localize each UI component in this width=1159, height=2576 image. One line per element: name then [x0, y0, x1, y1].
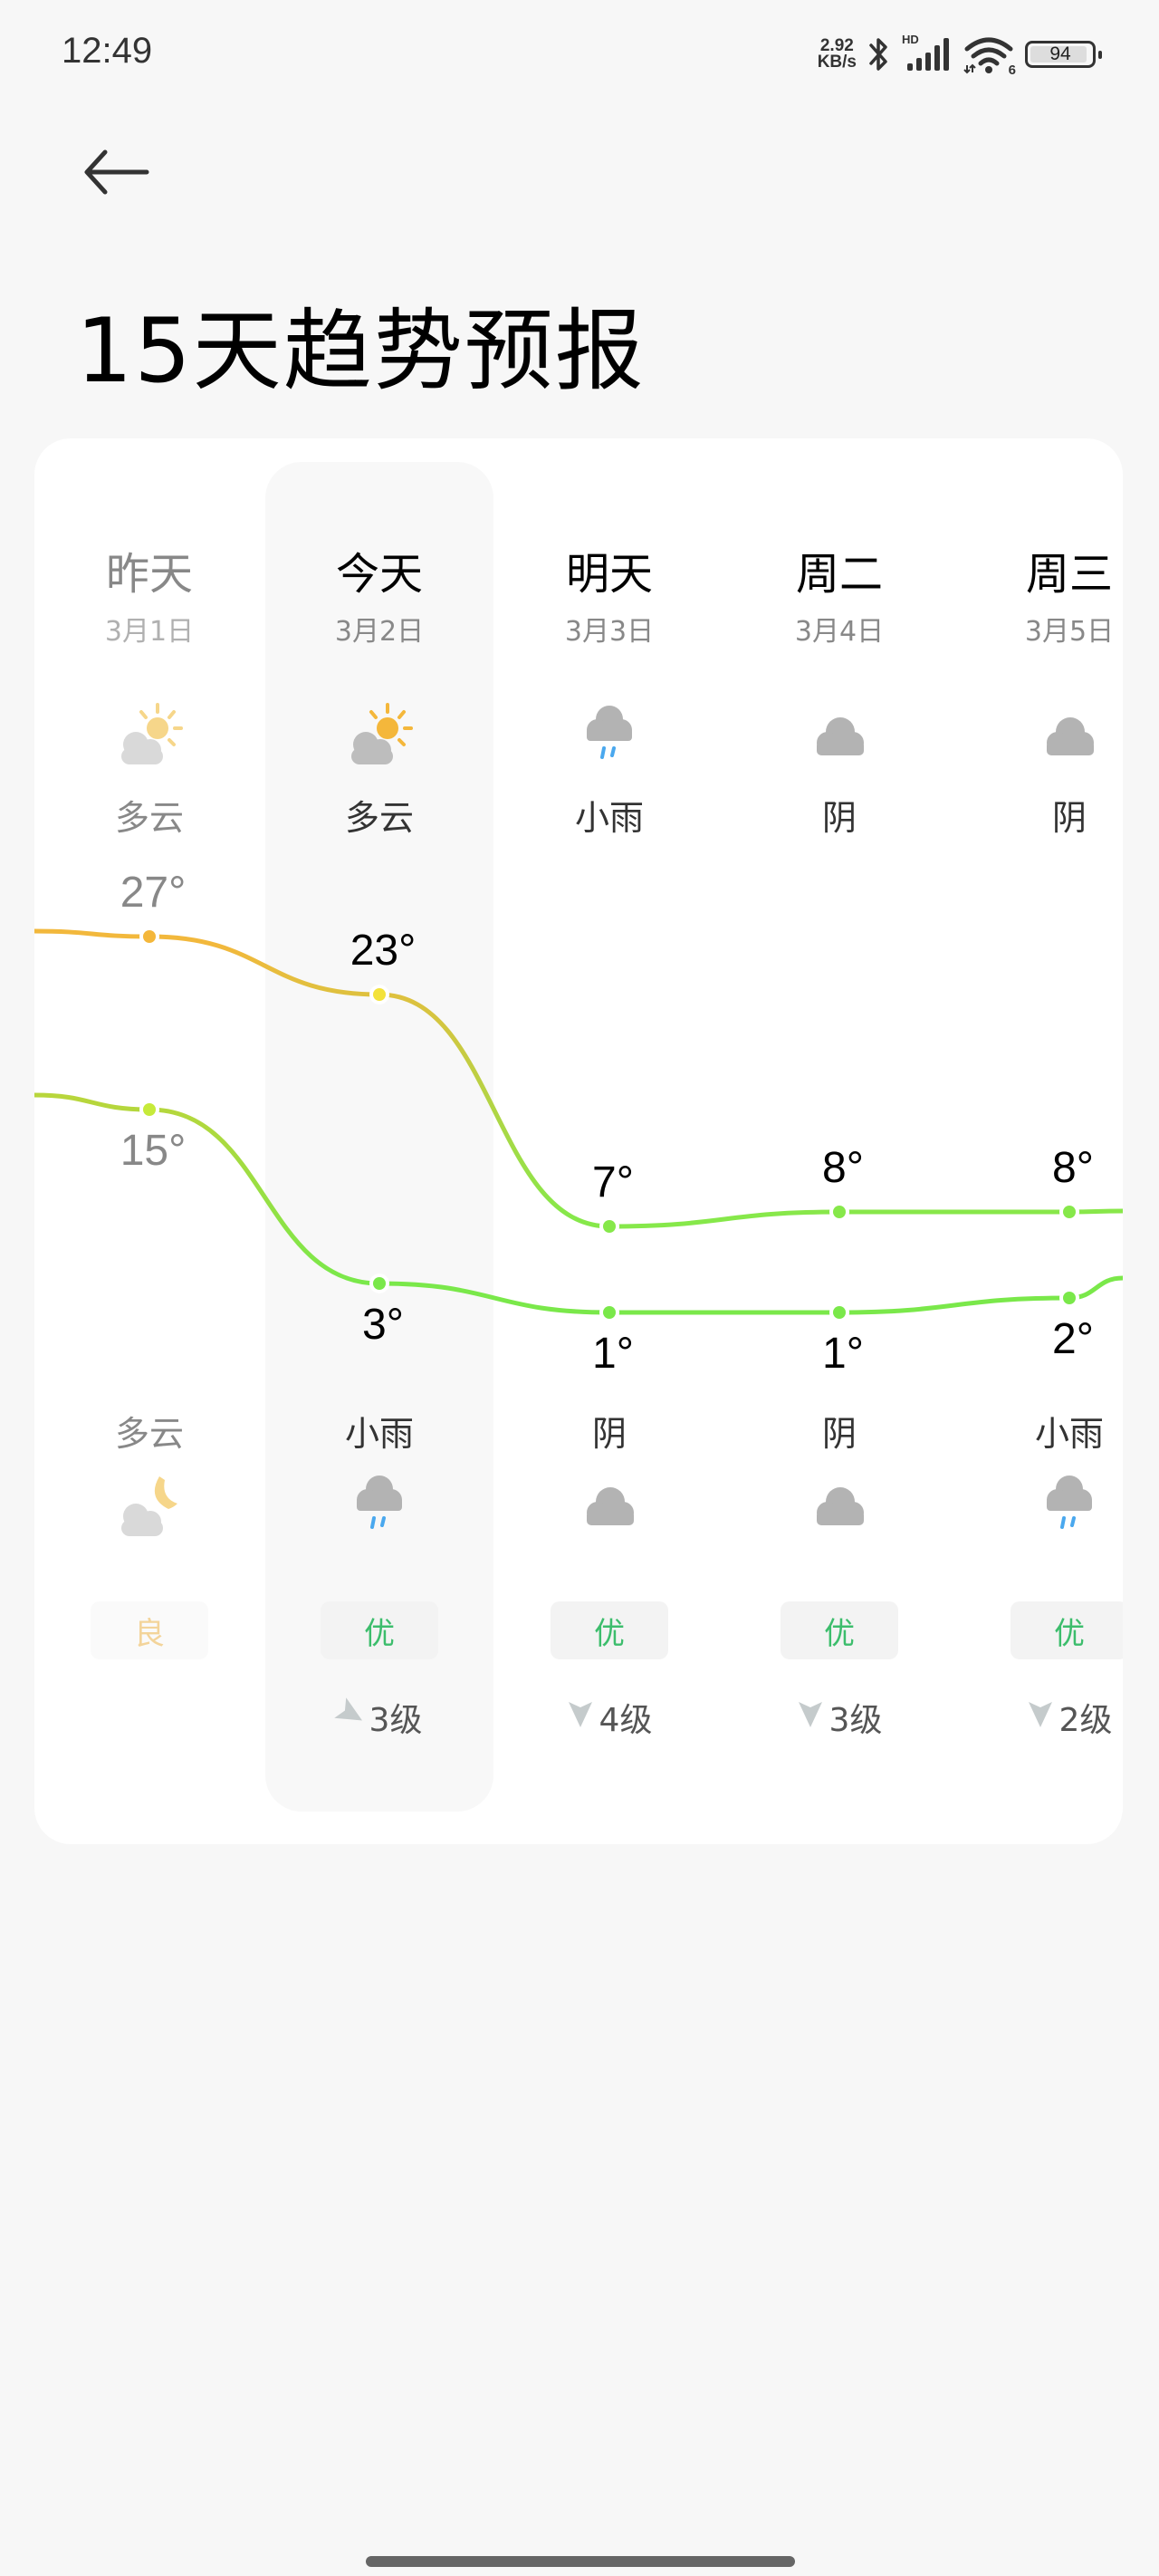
bluetooth-icon [867, 34, 891, 74]
aqi-badge[interactable]: 优 [1011, 1601, 1123, 1659]
overcast-icon [724, 1471, 954, 1543]
night-condition: 多云 [114, 1414, 184, 1454]
high-temp-label: 27° [120, 869, 187, 917]
day-condition: 多云 [114, 798, 184, 838]
low-temp-label: 1° [592, 1330, 634, 1378]
battery-indicator: 94 [1025, 41, 1102, 68]
aqi-badge[interactable]: 良 [91, 1601, 208, 1659]
high-temp-label: 8° [1052, 1144, 1094, 1192]
aqi-container: 优 [724, 1601, 954, 1659]
wind-direction-icon [333, 1697, 364, 1737]
day-condition: 多云 [344, 798, 414, 838]
wifi-6-label: 6 [1008, 62, 1016, 78]
day-condition: 阴 [1051, 798, 1087, 838]
light-rain-icon [954, 1471, 1123, 1543]
low-temp-label: 15° [120, 1127, 187, 1175]
high-temp-label: 23° [350, 927, 417, 975]
high-temp-label: 8° [822, 1144, 864, 1192]
cellular-signal-icon: HD [902, 33, 953, 74]
light-rain-icon [264, 1471, 494, 1543]
aqi-container: 优 [494, 1601, 724, 1659]
aqi-container: 良 [34, 1601, 264, 1659]
aqi-badge[interactable]: 优 [551, 1601, 668, 1659]
partly-cloudy-day-icon [34, 701, 264, 774]
aqi-badge[interactable]: 优 [781, 1601, 898, 1659]
day-condition: 小雨 [574, 798, 644, 838]
day-date: 3月4日 [794, 616, 885, 648]
day-date: 3月5日 [1024, 616, 1115, 648]
arrow-left-icon [78, 145, 159, 199]
signal-hd-label: HD [902, 33, 919, 46]
partly-cloudy-night-icon [34, 1471, 264, 1543]
aqi-badge[interactable]: 优 [321, 1601, 438, 1659]
network-speed: 2.92 KB/s [817, 37, 857, 72]
network-speed-unit: KB/s [817, 53, 857, 72]
wind-level-text: 4级 [599, 1702, 653, 1739]
wind-direction-icon [797, 1698, 824, 1737]
day-condition: 阴 [821, 798, 857, 838]
wind-level-text: 3级 [369, 1702, 423, 1739]
wind-level: 4级 [494, 1694, 724, 1741]
forecast-day-column[interactable]: 明天 3月3日 小雨 阴 优 4级 [494, 438, 724, 1844]
day-name: 周三 [1025, 549, 1113, 600]
wind-level: 3级 [724, 1694, 954, 1741]
aqi-container: 优 [264, 1601, 494, 1659]
light-rain-icon [494, 701, 724, 774]
forecast-card[interactable]: 昨天 3月1日 多云 多云 良 今天 3月2日 多云 小雨 优 3级 明天 3月… [34, 438, 1123, 1844]
night-condition: 小雨 [344, 1414, 414, 1454]
low-temp-label: 3° [362, 1301, 404, 1349]
partly-cloudy-day-icon [264, 701, 494, 774]
back-button[interactable] [78, 145, 159, 208]
wind-level-text: 3级 [829, 1702, 883, 1739]
wind-direction-icon [567, 1698, 594, 1737]
wifi-icon: 6 [963, 34, 1016, 78]
status-bar: 12:49 2.92 KB/s HD 6 94 [0, 0, 1159, 109]
night-condition: 阴 [591, 1414, 627, 1454]
battery-tip [1098, 51, 1102, 59]
home-indicator[interactable] [366, 2556, 795, 2567]
forecast-day-column[interactable]: 周三 3月5日 阴 小雨 优 2级 [954, 438, 1123, 1844]
day-name: 昨天 [105, 549, 193, 600]
night-condition: 小雨 [1034, 1414, 1104, 1454]
night-condition: 阴 [821, 1414, 857, 1454]
wind-level: 2级 [954, 1694, 1123, 1741]
battery-level: 94 [1049, 43, 1071, 64]
low-temp-label: 2° [1052, 1315, 1094, 1363]
day-date: 3月2日 [334, 616, 425, 648]
forecast-day-column[interactable]: 今天 3月2日 多云 小雨 优 3级 [264, 438, 494, 1844]
day-date: 3月3日 [564, 616, 655, 648]
aqi-container: 优 [954, 1601, 1123, 1659]
status-icons: 2.92 KB/s HD 6 94 [817, 31, 1102, 78]
day-date: 3月1日 [104, 616, 195, 648]
wind-level: 3级 [264, 1694, 494, 1741]
low-temp-label: 1° [822, 1330, 864, 1378]
forecast-day-column[interactable]: 周二 3月4日 阴 阴 优 3级 [724, 438, 954, 1844]
page-title: 15天趋势预报 [76, 300, 646, 403]
wind-level-text: 2级 [1058, 1702, 1113, 1739]
overcast-icon [494, 1471, 724, 1543]
wind-direction-icon [1027, 1698, 1054, 1737]
day-name: 周二 [795, 549, 883, 600]
overcast-icon [954, 701, 1123, 774]
status-time: 12:49 [62, 31, 153, 71]
high-temp-label: 7° [592, 1158, 634, 1206]
day-name: 今天 [335, 549, 423, 600]
overcast-icon [724, 701, 954, 774]
day-name: 明天 [565, 549, 653, 600]
